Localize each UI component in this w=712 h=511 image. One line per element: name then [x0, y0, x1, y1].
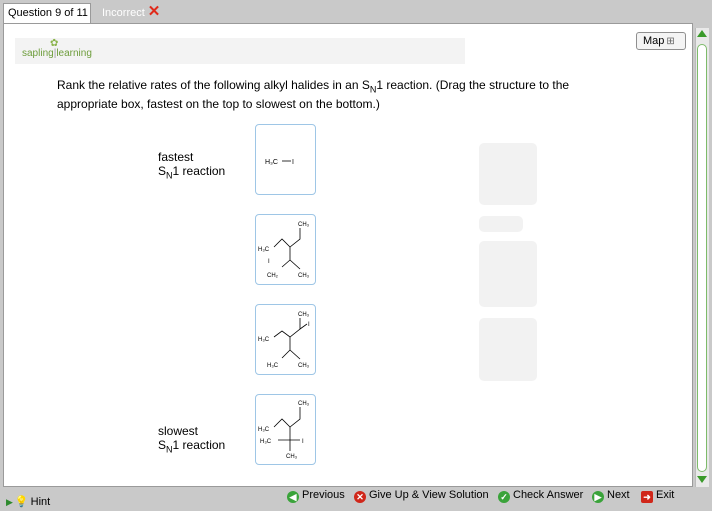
drop-box-3[interactable]: [479, 241, 537, 307]
s4-ch3-top: CH₃: [298, 401, 310, 407]
hint-bulb-icon: 💡: [14, 496, 29, 508]
structure-2-drawing: CH₃ H₃C I CH₂ CH₃: [258, 222, 310, 279]
logo-right: learning: [56, 48, 92, 59]
s1-h3c: H₃C: [265, 159, 278, 166]
give-up-icon: ✕: [354, 491, 366, 503]
s2-h3c: H₃C: [258, 247, 270, 253]
next-button[interactable]: ▶ Next: [592, 489, 630, 503]
structure-3-drawing: CH₃ I H₃C H₃C CH₃: [258, 312, 310, 369]
leaf-icon: ✿: [50, 38, 59, 49]
structure-1-drawing: H₃C I: [265, 159, 294, 166]
question-tab[interactable]: Question 9 of 11: [3, 3, 91, 23]
s3-h3c: H₃C: [258, 337, 270, 343]
drop-box-4[interactable]: [479, 318, 537, 381]
previous-icon: ◀: [287, 491, 299, 503]
next-icon: ▶: [592, 491, 604, 503]
hint-label: Hint: [30, 496, 51, 508]
s3-iodine: I: [308, 322, 310, 328]
exit-button[interactable]: ➜ Exit: [641, 489, 674, 503]
structure-card-4[interactable]: CH₃ H₃C H₃C I CH₃: [255, 394, 316, 465]
s2-iodine: I: [268, 259, 270, 265]
scroll-up-arrow-icon[interactable]: [697, 30, 707, 37]
sapling-logo: ✿ sapling|learning: [22, 38, 92, 59]
status-label: Incorrect: [102, 7, 145, 19]
s3-ch3-right: CH₃: [298, 363, 310, 369]
slowest-label: slowest SN1 reaction: [158, 424, 226, 455]
map-label: Map: [643, 35, 665, 47]
incorrect-x-icon: ✕: [147, 3, 161, 20]
structure-card-1[interactable]: H₃C I: [255, 124, 316, 195]
scrollbar-thumb[interactable]: [697, 44, 707, 472]
s4-h3c-mid: H₃C: [260, 439, 272, 445]
hint-button[interactable]: ▶ 💡 Hint: [6, 495, 50, 508]
check-answer-button[interactable]: ✓ Check Answer: [498, 489, 583, 503]
drop-box-2[interactable]: [479, 216, 523, 232]
s3-h3c-bottom: H₃C: [267, 363, 279, 369]
s3-ch3-top: CH₃: [298, 312, 310, 318]
structure-card-3[interactable]: CH₃ I H₃C H₃C CH₃: [255, 304, 316, 375]
s1-iodine: I: [292, 159, 294, 166]
drop-box-1[interactable]: [479, 143, 537, 205]
exit-icon: ➜: [641, 491, 653, 503]
previous-button[interactable]: ◀ Previous: [287, 489, 345, 503]
s2-ch3-top: CH₃: [298, 222, 310, 228]
status-tab: Incorrect ✕: [92, 3, 172, 23]
check-answer-icon: ✓: [498, 491, 510, 503]
s2-ch2: CH₂: [267, 273, 279, 279]
s4-h3c: H₃C: [258, 427, 270, 433]
s4-ch3-bottom: CH₃: [286, 454, 298, 460]
s2-ch3-right: CH₃: [298, 273, 310, 279]
expand-arrow-icon: ▶: [6, 497, 13, 507]
question-text: Rank the relative rates of the following…: [57, 78, 570, 112]
scroll-down-arrow-icon[interactable]: [697, 476, 707, 483]
give-up-button[interactable]: ✕ Give Up & View Solution: [354, 489, 489, 503]
s4-iodine: I: [302, 439, 304, 445]
structure-card-2[interactable]: CH₃ H₃C I CH₂ CH₃: [255, 214, 316, 285]
logo-left: sapling: [22, 48, 54, 59]
map-button[interactable]: Map ⊞: [636, 32, 686, 50]
map-icon: ⊞: [666, 36, 675, 47]
fastest-label: fastest SN1 reaction: [158, 150, 226, 181]
structure-4-drawing: CH₃ H₃C H₃C I CH₃: [258, 401, 310, 460]
